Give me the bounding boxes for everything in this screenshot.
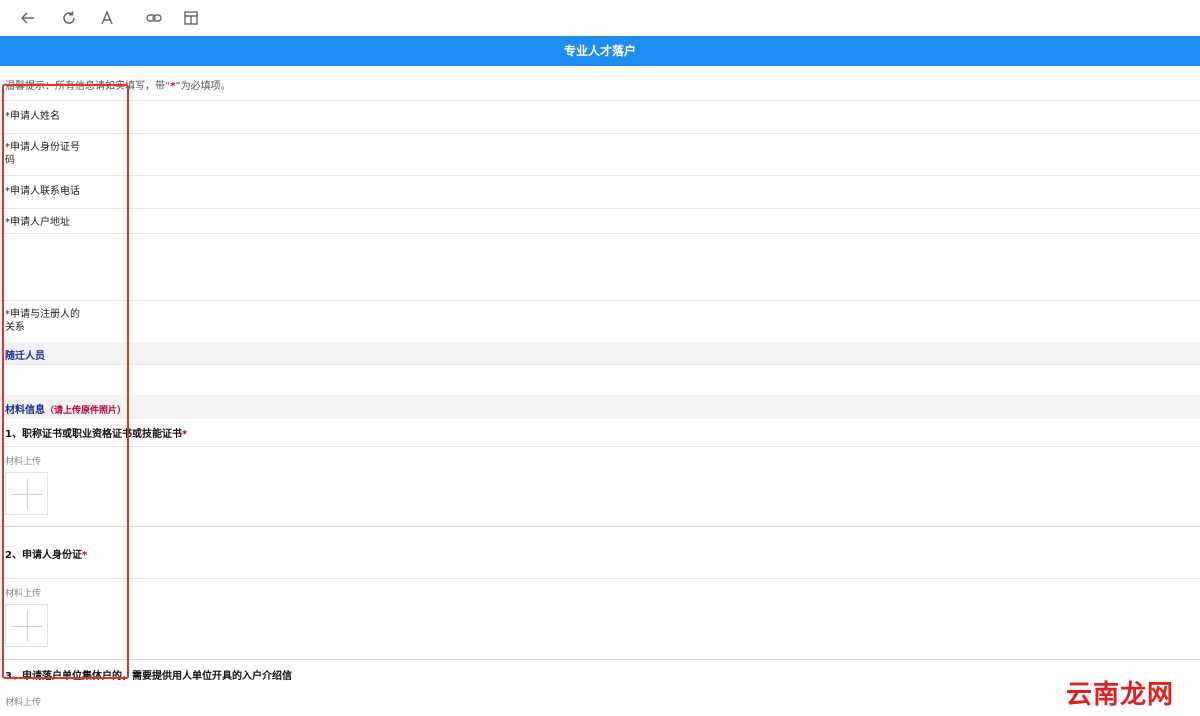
field-applicant-name: *申请人姓名 bbox=[5, 111, 60, 122]
material-title-text: 3、申请落户单位集体户的，需要提供用人单位开具的入户介绍信 bbox=[5, 671, 292, 682]
font-icon[interactable] bbox=[97, 8, 117, 28]
section-migrants-title: 随迁人员 bbox=[5, 351, 45, 362]
material-item-title: 2、申请人身份证* bbox=[5, 546, 87, 561]
divider bbox=[0, 233, 1200, 234]
material-title-text: 1、职称证书或职业资格证书或技能证书 bbox=[5, 429, 182, 440]
layout-icon[interactable] bbox=[181, 8, 201, 28]
field-applicant-id: *申请人身份证号码 bbox=[5, 142, 80, 166]
browser-toolbar bbox=[0, 0, 1200, 36]
upload-label: 材料上传 bbox=[5, 457, 42, 467]
required-mark: * bbox=[81, 550, 88, 561]
material-title-text: 2、申请人身份证 bbox=[5, 550, 82, 561]
back-icon[interactable] bbox=[18, 8, 38, 28]
upload-label: 材料上传 bbox=[5, 589, 42, 599]
link-icon[interactable] bbox=[144, 8, 164, 28]
divider bbox=[0, 133, 1200, 134]
divider bbox=[0, 175, 1200, 176]
divider bbox=[0, 578, 1200, 579]
refresh-icon[interactable] bbox=[59, 8, 79, 28]
upload-add-button[interactable] bbox=[5, 472, 48, 515]
upload-add-button[interactable] bbox=[5, 604, 48, 647]
notice-prefix: 温馨提示：所有信息请如实填写，带“ bbox=[5, 81, 171, 92]
materials-title-text: 材料信息 bbox=[5, 405, 45, 416]
notice-suffix: ”为必填项。 bbox=[175, 81, 231, 92]
upload-label: 材料上传 bbox=[5, 698, 42, 708]
divider bbox=[0, 446, 1200, 447]
field-applicant-phone: *申请人联系电话 bbox=[5, 186, 80, 197]
field-applicant-address: *申请人户地址 bbox=[5, 217, 70, 228]
watermark: 云南龙网 bbox=[1066, 680, 1175, 710]
page-title: 专业人才落户 bbox=[0, 36, 1200, 66]
required-mark: * bbox=[181, 429, 188, 440]
divider bbox=[0, 526, 1200, 527]
divider bbox=[0, 300, 1200, 301]
material-item-title: 3、申请落户单位集体户的，需要提供用人单位开具的入户介绍信 bbox=[5, 667, 292, 682]
section-band bbox=[0, 342, 1200, 364]
notice-text: 温馨提示：所有信息请如实填写，带“*”为必填项。 bbox=[5, 77, 231, 92]
page: 专业人才落户 温馨提示：所有信息请如实填写，带“*”为必填项。 *申请人姓名 *… bbox=[0, 0, 1200, 716]
section-materials-title: 材料信息（请上传原件照片） bbox=[5, 401, 126, 416]
field-applicant-relation: *申请与注册人的关系 bbox=[5, 309, 80, 333]
divider bbox=[0, 364, 1200, 365]
materials-hint: （请上传原件照片） bbox=[45, 406, 127, 416]
material-item-title: 1、职称证书或职业资格证书或技能证书* bbox=[5, 425, 187, 440]
section-band bbox=[0, 395, 1200, 419]
divider bbox=[0, 659, 1200, 660]
divider bbox=[0, 100, 1200, 101]
divider bbox=[0, 208, 1200, 209]
